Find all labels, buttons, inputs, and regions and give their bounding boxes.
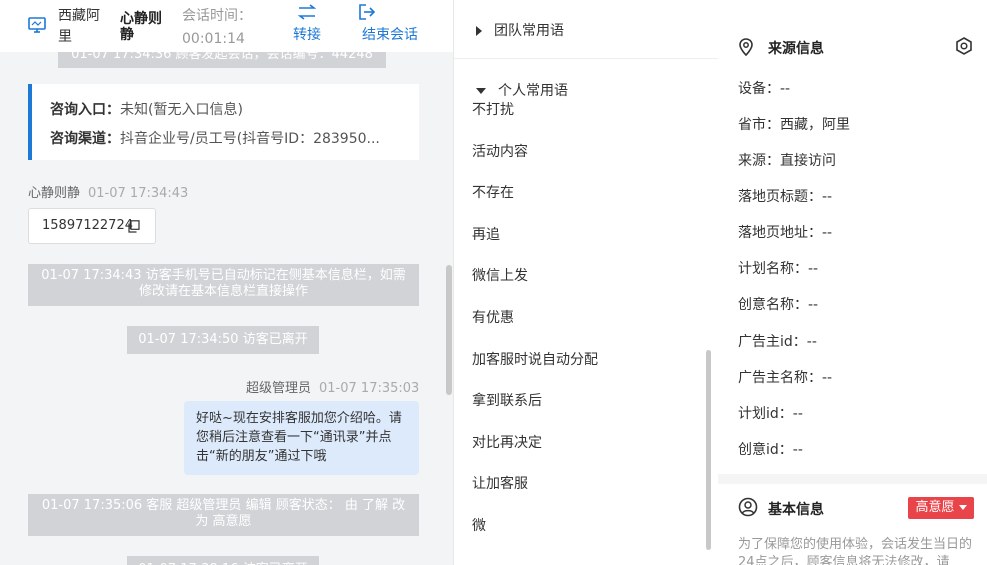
phrase-item[interactable]: 加客服时说自动分配 — [472, 350, 598, 370]
phrase-item[interactable]: 对比再决定 — [472, 433, 542, 453]
phrase-item[interactable]: 不存在 — [472, 183, 514, 203]
info-row-device: 设备：-- — [738, 81, 791, 97]
visitor-sender-line: 心静则静 01-07 17:34:43 — [28, 182, 188, 201]
basic-info-title: 基本信息 — [768, 502, 824, 518]
system-message-visitor-left: 01-07 17:34:50 访客已离开 — [127, 326, 319, 354]
info-row-plan-id: 计划id：-- — [738, 406, 803, 422]
entry-label: 咨询入口： — [50, 102, 120, 118]
info-row-landing-title: 落地页标题：-- — [738, 189, 833, 205]
phone-number: 15897122724 — [42, 218, 133, 233]
phrase-item[interactable]: 再追 — [472, 225, 500, 245]
visitor-name: 心静则静 — [120, 11, 162, 43]
phrase-item[interactable]: 拿到联系后 — [472, 391, 542, 411]
team-phrases-group[interactable]: 团队常用语 — [476, 20, 564, 40]
intent-level-dropdown[interactable]: 高意愿 — [908, 497, 974, 519]
chat-panel: 01-07 17:34:36 顾客发起会话，会话编号：44248 西藏阿里 心静… — [0, 0, 453, 565]
agent-message-time: 01-07 17:35:03 — [319, 381, 420, 396]
transfer-button[interactable]: 转接 — [290, 4, 324, 44]
visitor-sender-name: 心静则静 — [28, 186, 81, 201]
monitor-icon — [28, 17, 46, 33]
caret-right-icon — [476, 26, 482, 36]
phrase-item[interactable]: 有优惠 — [472, 308, 514, 328]
chat-header: 西藏阿里 心静则静 会话时间： 00:01:14 转接 结束会话 — [0, 0, 453, 52]
entry-row: 咨询入口：未知(暂无入口信息) — [50, 96, 410, 125]
info-row-landing-url: 落地页地址：-- — [738, 225, 833, 241]
agent-sender-line: 超级管理员 01-07 17:35:03 — [246, 377, 419, 396]
info-row-source: 来源：直接访问 — [738, 153, 836, 169]
entry-value: 未知(暂无入口信息) — [120, 102, 243, 118]
info-row-creative-name: 创意名称：-- — [738, 297, 819, 313]
info-row-advertiser-id: 广告主id：-- — [738, 334, 817, 350]
common-phrases-panel: 团队常用语 个人常用语 不打扰 活动内容 不存在 再追 微信上发 有优惠 加客服… — [453, 0, 719, 565]
info-row-creative-id: 创意id：-- — [738, 442, 803, 458]
phone-message[interactable]: 15897122724 — [28, 208, 156, 244]
logout-icon — [359, 4, 376, 20]
transfer-label: 转接 — [293, 27, 321, 43]
system-message-visitor-left-2: 01-07 17:38:16 访客已离开 — [127, 556, 319, 565]
channel-value: 抖音企业号/员工号(抖音号ID：283950... — [120, 131, 380, 147]
source-info-title: 来源信息 — [768, 41, 824, 57]
caret-down-icon — [958, 505, 967, 510]
chat-scrollbar[interactable] — [446, 265, 452, 395]
settings-icon[interactable] — [954, 36, 974, 56]
info-row-advertiser-name: 广告主名称：-- — [738, 370, 833, 386]
personal-phrases-label: 个人常用语 — [498, 83, 568, 99]
visitor-location: 西藏阿里 — [58, 8, 100, 45]
transfer-icon — [298, 4, 316, 20]
phrase-item[interactable]: 不打扰 — [472, 100, 514, 120]
phrase-item[interactable]: 微信上发 — [472, 266, 528, 286]
channel-label: 咨询渠道： — [50, 131, 120, 147]
edit-notice-text: 为了保障您的使用体验，会话发生当日的24点之后，顾客信息将无法修改，请 — [738, 537, 973, 565]
end-session-button[interactable]: 结束会话 — [358, 4, 422, 44]
caret-down-icon — [476, 88, 486, 94]
phrase-item[interactable]: 活动内容 — [472, 142, 528, 162]
team-phrases-label: 团队常用语 — [494, 23, 564, 39]
session-time-label: 会话时间： — [182, 8, 252, 24]
consult-entry-card: 咨询入口：未知(暂无入口信息) 咨询渠道：抖音企业号/员工号(抖音号ID：283… — [28, 84, 419, 160]
end-session-label: 结束会话 — [362, 27, 418, 43]
user-icon — [738, 497, 758, 517]
system-message-phone-tagged: 01-07 17:34:43 访客手机号已自动标记在侧基本信息栏，如需修改请在基… — [28, 264, 419, 306]
info-row-province: 省市：西藏，阿里 — [738, 117, 850, 133]
system-message-status-change: 01-07 17:35:06 客服 超级管理员 编辑 顾客状态： 由 了解 改为… — [28, 494, 419, 536]
session-time-value: 00:01:14 — [182, 31, 245, 47]
location-pin-icon — [739, 38, 753, 56]
agent-sender-name: 超级管理员 — [246, 381, 312, 396]
phrase-item[interactable]: 微 — [472, 516, 486, 536]
visitor-info-panel: 来源信息 设备：-- 省市：西藏，阿里 来源：直接访问 落地页标题：-- 落地页… — [718, 0, 987, 565]
info-row-plan-name: 计划名称：-- — [738, 261, 819, 277]
intent-level-label: 高意愿 — [915, 500, 955, 515]
phrase-item[interactable]: 让加客服 — [472, 474, 528, 494]
section-divider — [718, 474, 987, 484]
group-divider — [454, 58, 718, 59]
copy-icon[interactable] — [128, 220, 140, 233]
personal-phrases-group[interactable]: 个人常用语 — [476, 80, 568, 100]
agent-message-bubble: 好哒~现在安排客服加您介绍哈。请您稍后注意查看一下“通讯录”并点击“新的朋友”通… — [184, 401, 419, 475]
visitor-message-time: 01-07 17:34:43 — [88, 186, 189, 201]
channel-row: 咨询渠道：抖音企业号/员工号(抖音号ID：283950... — [50, 125, 410, 154]
phrases-scrollbar[interactable] — [706, 350, 711, 550]
